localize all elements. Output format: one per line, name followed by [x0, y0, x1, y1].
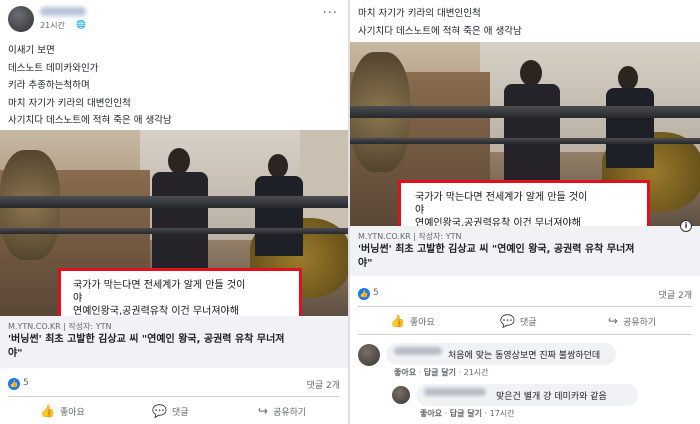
comment-like-link[interactable]: 좋아요: [420, 409, 442, 418]
comment-meta: 좋아요 · 답글 달기 · 21시간: [394, 368, 489, 377]
comment-count[interactable]: 댓글 2개: [659, 288, 692, 301]
share-icon: ↪: [258, 404, 269, 418]
comment-meta: 좋아요 · 답글 달기 · 17시간: [420, 409, 515, 418]
comment-icon: 💬: [152, 404, 167, 418]
comment-reply-link[interactable]: 답글 달기: [450, 409, 482, 418]
image-caption-box: 국가가 막는다면 전세계가 알게 만들 것이 야 연예인왕국,공권력유착 이건 …: [398, 180, 650, 228]
left-post-panel: 21시간 🌐 ··· 이새기 보면 데스노트 데미카와인가 키라 추종하는척하며…: [0, 0, 348, 424]
comment-label: 댓글: [519, 317, 537, 328]
share-label: 공유하기: [273, 407, 307, 418]
divider: [8, 396, 340, 397]
author-name-blurred[interactable]: [40, 7, 86, 16]
link-title: '버닝썬' 최초 고발한 김상교 씨 "연예인 왕국, 공권력 유착 무너져: [8, 334, 285, 345]
comment-text: 처음에 맞는 동영상보면 진짜 불쌍하던데: [448, 351, 601, 361]
post-text-line: 사기치다 데스노트에 적혀 죽은 애 생각남: [358, 26, 522, 37]
commenter-name-blurred[interactable]: [424, 388, 486, 396]
link-domain: M.YTN.CO.KR | 작성자: YTN: [358, 232, 462, 241]
divider: [358, 334, 692, 335]
link-title: '버닝썬' 최초 고발한 김상교 씨 "연예인 왕국, 공권력 유착 무너져: [358, 244, 635, 255]
image-caption-box: 국가가 막는다면 전세계가 알게 만들 것이 야 연예인왕국,공권력유착 이건 …: [58, 268, 302, 316]
more-options-icon[interactable]: ···: [323, 6, 338, 21]
avatar[interactable]: [8, 6, 34, 32]
post-timestamp[interactable]: 21시간: [40, 20, 65, 31]
link-preview-card[interactable]: M.YTN.CO.KR | 작성자: YTN '버닝썬' 최초 고발한 김상교 …: [0, 316, 348, 368]
comment-bubble: 처음에 맞는 동영상보면 진짜 불쌍하던데: [386, 343, 616, 365]
reaction-count[interactable]: 5: [373, 288, 379, 298]
like-button[interactable]: 👍 좋아요: [40, 404, 85, 418]
reaction-count[interactable]: 5: [23, 378, 29, 388]
post-text-line: 사기치다 데스노트에 적혀 죽은 애 생각남: [8, 115, 172, 126]
avatar[interactable]: [358, 344, 380, 366]
link-title-cont: 야": [8, 348, 23, 359]
comment-time[interactable]: 17시간: [490, 409, 515, 418]
divider: [358, 306, 692, 307]
post-text-line: 키라 추종하는척하며: [8, 80, 90, 91]
caption-line: 국가가 막는다면 전세계가 알게 만들 것이: [73, 280, 246, 291]
commenter-name-blurred[interactable]: [394, 347, 442, 355]
comment-button[interactable]: 💬 댓글: [152, 404, 189, 418]
comment-button[interactable]: 💬 댓글: [500, 314, 537, 328]
thumbs-up-icon: 👍: [390, 314, 405, 328]
right-post-panel: 마치 자기가 키라의 대변인인척 사기치다 데스노트에 적혀 죽은 애 생각남 …: [350, 0, 700, 424]
post-text-line: 이새기 보면: [8, 45, 55, 56]
globe-icon: 🌐: [76, 20, 86, 29]
link-domain: M.YTN.CO.KR | 작성자: YTN: [8, 322, 112, 331]
share-button[interactable]: ↪ 공유하기: [258, 404, 306, 418]
info-icon[interactable]: i: [680, 220, 692, 232]
link-title-cont: 야": [358, 258, 373, 269]
post-text-line: 데스노트 데미카와인가: [8, 63, 99, 74]
post-image[interactable]: 국가가 막는다면 전세계가 알게 만들 것이 야 연예인왕국,공권력유착 이건 …: [0, 130, 348, 316]
avatar[interactable]: [392, 386, 410, 404]
share-icon: ↪: [608, 314, 619, 328]
comment-count[interactable]: 댓글 2개: [307, 378, 340, 391]
like-label: 좋아요: [409, 317, 435, 328]
comment-icon: 💬: [500, 314, 515, 328]
link-preview-card[interactable]: i M.YTN.CO.KR | 작성자: YTN '버닝썬' 최초 고발한 김상…: [350, 220, 700, 276]
like-button[interactable]: 👍 좋아요: [390, 314, 435, 328]
post-text-line: 마치 자기가 키라의 대변인인척: [8, 98, 131, 109]
comment-time[interactable]: 21시간: [464, 368, 489, 377]
thumbs-up-icon: 👍: [40, 404, 55, 418]
like-label: 좋아요: [59, 407, 85, 418]
thumbs-up-icon[interactable]: 👍: [358, 288, 370, 300]
post-image[interactable]: 국가가 막는다면 전세계가 알게 만들 것이 야 연예인왕국,공권력유착 이건 …: [350, 42, 700, 228]
caption-line: 국가가 막는다면 전세계가 알게 만들 것이: [415, 192, 588, 203]
post-text-line: 마치 자기가 키라의 대변인인척: [358, 8, 481, 19]
comment-text: 맞은건 별개 걍 데미카와 같음: [496, 392, 607, 402]
comment-label: 댓글: [171, 407, 189, 418]
share-label: 공유하기: [623, 317, 657, 328]
comment-like-link[interactable]: 좋아요: [394, 368, 416, 377]
caption-line: 연예인왕국,공권력유착 이건 무너져야해: [73, 306, 239, 316]
share-button[interactable]: ↪ 공유하기: [608, 314, 656, 328]
comment-reply-link[interactable]: 답글 달기: [424, 368, 456, 377]
thumbs-up-icon[interactable]: 👍: [8, 378, 20, 390]
comment-bubble: 맞은건 별개 걍 데미카와 같음: [416, 384, 638, 406]
